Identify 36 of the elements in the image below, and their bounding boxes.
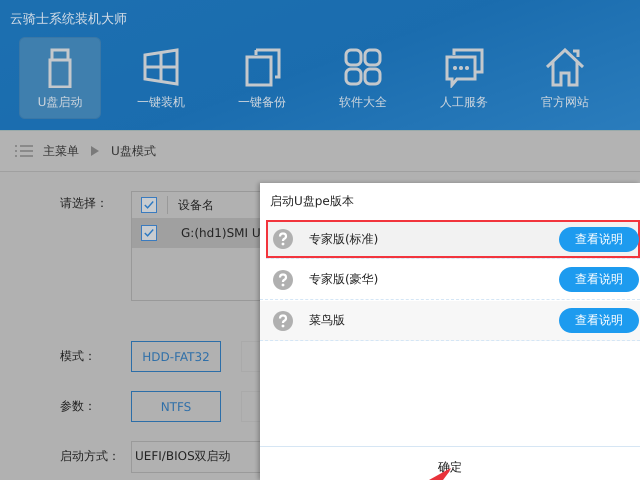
version-row[interactable]: 专家版(标准) 查看说明 [266,220,640,259]
nav-tab[interactable]: 软件大全 [323,38,403,118]
view-info-button[interactable]: 查看说明 [559,267,639,292]
nav-tab[interactable]: 人工服务 [424,38,504,118]
view-info-button[interactable]: 查看说明 [559,308,639,333]
version-label: 专家版(豪华) [309,271,380,288]
field-label: 请选择： [60,195,109,212]
nav-tab[interactable]: 官方网站 [525,38,605,118]
breadcrumb-item[interactable]: 主菜单 [43,142,79,160]
version-label: 菜鸟版 [309,312,346,329]
windows-icon [141,47,181,88]
dialog-title: 启动U盘pe版本 [269,193,355,210]
option-button[interactable]: HDD-FAT32 [131,341,221,372]
chat-bubbles-icon [444,47,484,88]
checkbox[interactable] [141,197,157,213]
version-row[interactable]: 菜鸟版 查看说明 [260,301,640,341]
help-icon [273,229,293,249]
apps-grid-icon [343,47,383,88]
view-info-button[interactable]: 查看说明 [559,226,639,252]
version-label: 专家版(标准) [309,230,380,248]
menu-icon[interactable] [15,144,33,158]
version-row[interactable]: 专家版(豪华) 查看说明 [260,260,640,300]
field-label: 参数： [60,398,97,415]
nav-tab[interactable]: 一键装机 [121,38,201,118]
nav-tab[interactable]: 一键备份 [222,38,302,118]
help-icon [273,310,293,330]
breadcrumb-item: U盘模式 [111,142,156,160]
home-icon [545,47,585,88]
help-icon [273,270,293,290]
checkbox[interactable] [141,225,157,241]
window-title: 云骑士系统装机大师 [9,11,128,26]
column-header: 设备名 [178,196,214,214]
option-button[interactable]: NTFS [131,391,221,422]
chevron-right-icon [91,146,99,156]
nav-tab[interactable]: U盘启动 [20,38,100,118]
field-label: 模式： [60,348,97,365]
